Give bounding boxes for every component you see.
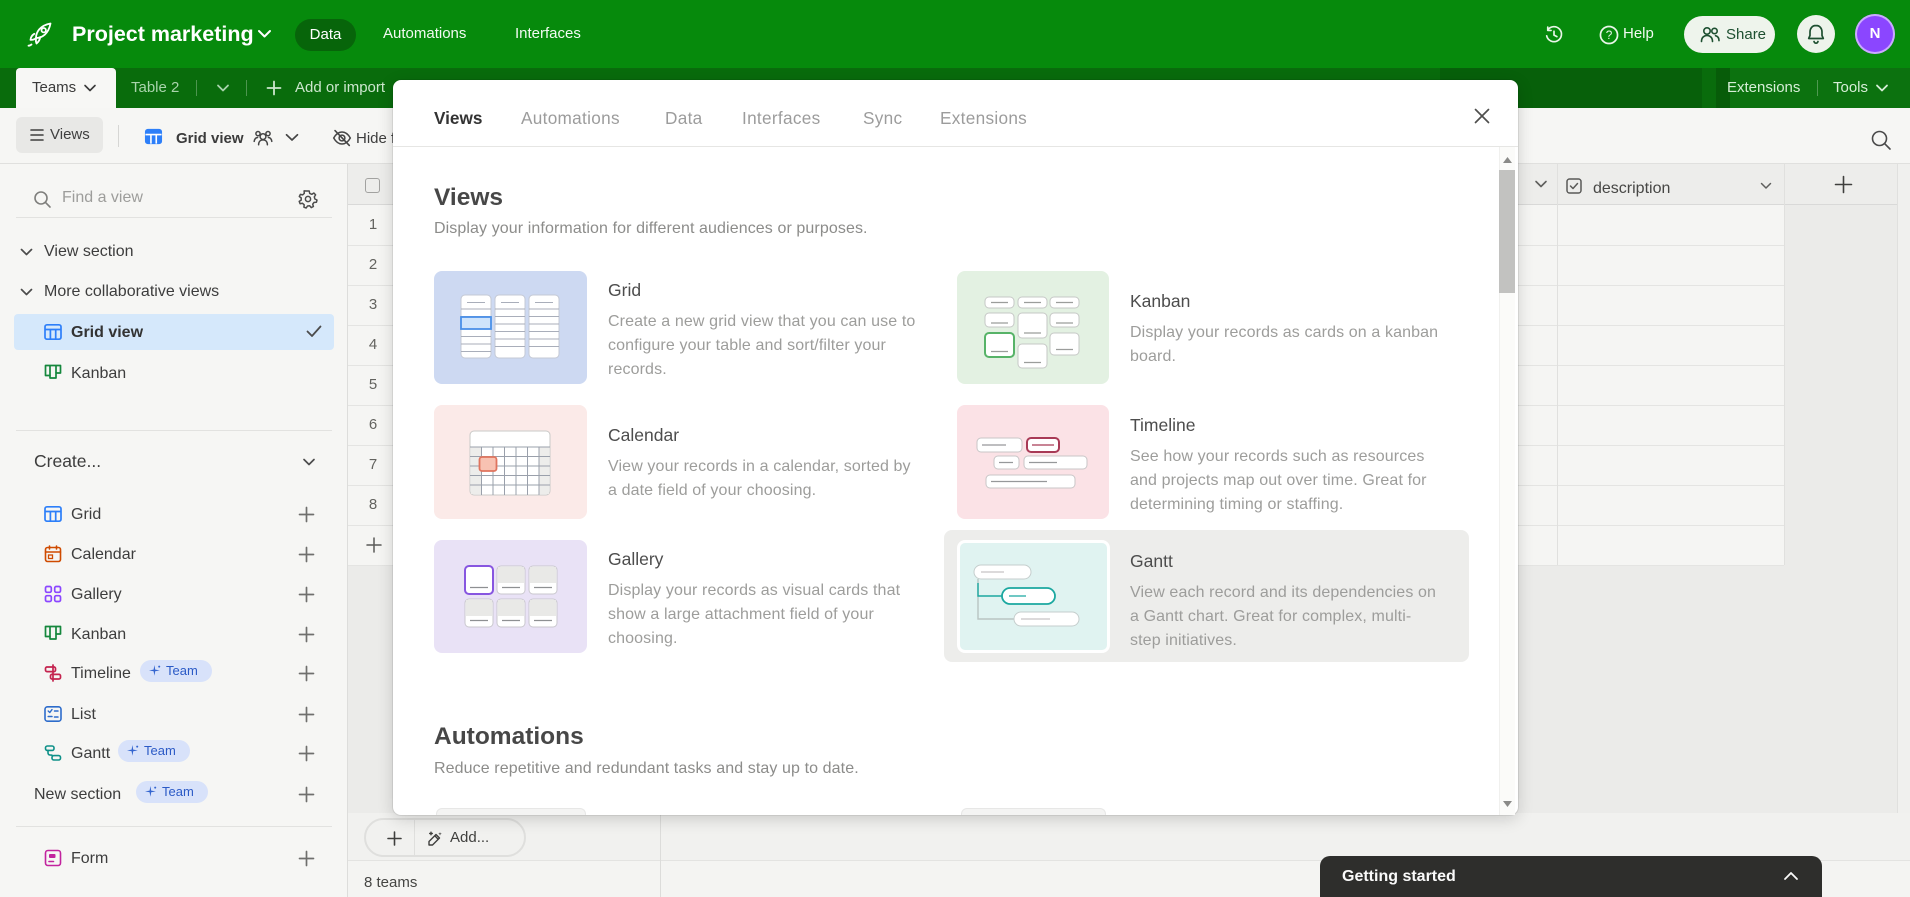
- svg-text:?: ?: [1606, 28, 1613, 42]
